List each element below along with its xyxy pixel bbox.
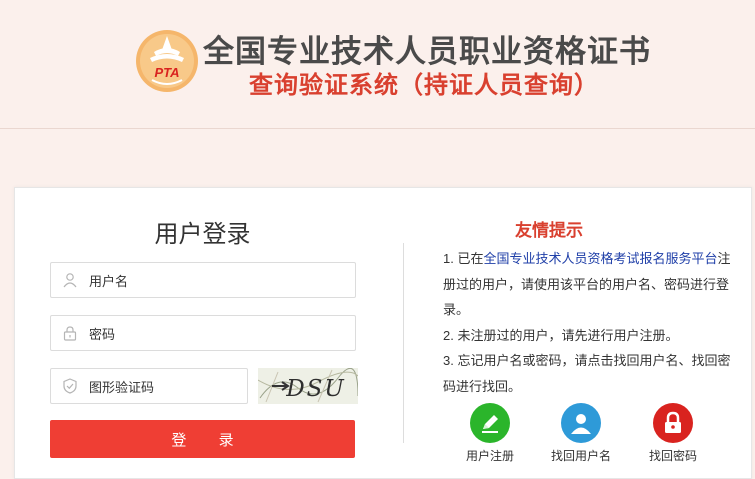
login-button[interactable]: 登 录: [50, 420, 355, 458]
login-panel: 用户登录 DSU 登 录 友情提示 1. 已在全国专业: [14, 187, 752, 479]
lock-icon: [63, 326, 77, 341]
tip-item-1-prefix: 1. 已在: [443, 251, 484, 266]
user-register-label: 用户注册: [465, 449, 514, 463]
username-input[interactable]: [87, 263, 351, 299]
user-icon: [561, 403, 601, 443]
recover-password-label: 找回密码: [648, 449, 697, 463]
tip-item-1: 1. 已在全国专业技术人员资格考试报名服务平台注册过的用户，请使用该平台的用户名…: [443, 246, 738, 323]
tips-title: 友情提示: [515, 221, 583, 240]
registration-platform-link[interactable]: 全国专业技术人员资格考试报名服务平台: [483, 251, 717, 266]
password-field[interactable]: [50, 315, 356, 352]
pencil-icon: [470, 403, 510, 443]
user-icon: [63, 273, 77, 288]
pta-logo: PTA: [136, 30, 198, 92]
captcha-image[interactable]: DSU: [258, 368, 358, 404]
user-register-button[interactable]: 用户注册: [450, 403, 530, 464]
password-input[interactable]: [87, 316, 351, 352]
lock-icon: [653, 403, 693, 443]
shield-check-icon: [63, 378, 77, 394]
tip-item-3: 3. 忘记用户名或密码，请点击找回用户名、找回密码进行找回。: [443, 353, 731, 394]
logo-text: PTA: [154, 65, 179, 80]
recover-username-button[interactable]: 找回用户名: [541, 403, 621, 464]
tips-content: 1. 已在全国专业技术人员资格考试报名服务平台注册过的用户，请使用该平台的用户名…: [443, 246, 738, 399]
recover-password-button[interactable]: 找回密码: [633, 403, 713, 464]
header: PTA 全国专业技术人员职业资格证书 查询验证系统（持证人员查询）: [0, 0, 755, 129]
divider: [403, 243, 404, 443]
captcha-field[interactable]: [50, 368, 248, 405]
login-title: 用户登录: [154, 221, 251, 248]
captcha-text: DSU: [285, 376, 346, 402]
captcha-input[interactable]: [87, 369, 246, 405]
tip-item-2: 2. 未注册过的用户，请先进行用户注册。: [443, 327, 679, 343]
username-field[interactable]: [50, 262, 356, 299]
recover-username-label: 找回用户名: [550, 449, 611, 463]
system-subtitle: 查询验证系统（持证人员查询）: [249, 72, 599, 99]
